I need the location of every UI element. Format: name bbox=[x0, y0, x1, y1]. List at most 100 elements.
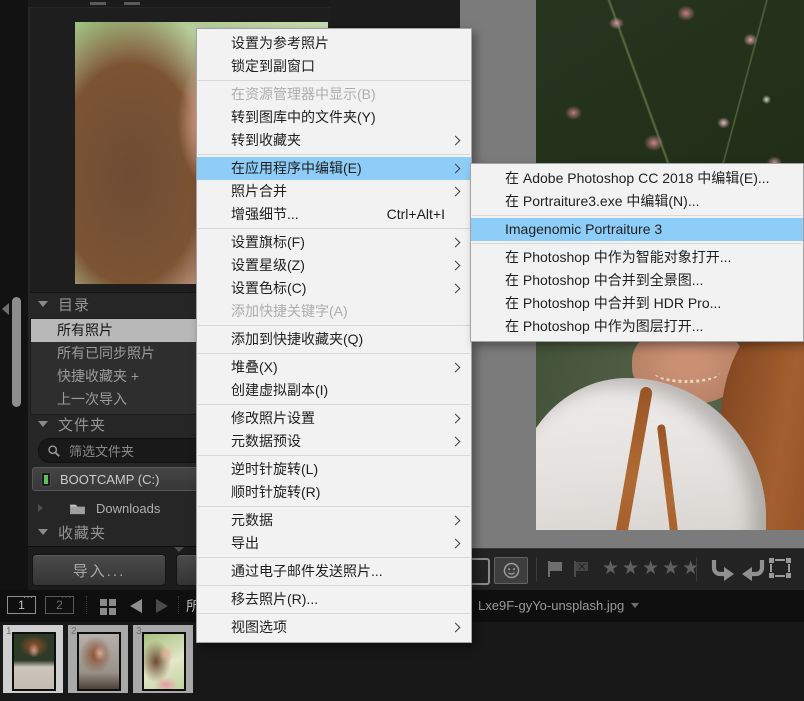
edit-in-submenu: 在 Adobe Photoshop CC 2018 中编辑(E)... 在 Po… bbox=[470, 163, 804, 342]
submenu-arrow-icon bbox=[451, 623, 461, 633]
folder-filter-placeholder: 筛选文件夹 bbox=[69, 441, 134, 460]
chevron-down-icon bbox=[38, 301, 48, 307]
menu-item-develop-settings[interactable]: 修改照片设置 bbox=[197, 407, 471, 430]
menu-separator bbox=[198, 80, 470, 81]
submenu-item-edit-in-portraiture3-exe[interactable]: 在 Portraiture3.exe 中编辑(N)... bbox=[471, 190, 803, 213]
filmstrip-thumbnail-1[interactable]: 1 bbox=[3, 625, 63, 693]
menu-separator bbox=[198, 154, 470, 155]
next-photo-icon[interactable] bbox=[156, 599, 168, 613]
bar-divider bbox=[86, 596, 87, 614]
menu-shortcut: Ctrl+Alt+I bbox=[387, 203, 445, 226]
menu-item-edit-in-application[interactable]: 在应用程序中编辑(E) bbox=[197, 157, 471, 180]
menu-item-rotate-right[interactable]: 顺时针旋转(R) bbox=[197, 481, 471, 504]
filmstrip-thumbnail-3[interactable]: 3 bbox=[133, 625, 193, 693]
context-menu: 设置为参考照片 锁定到副窗口 在资源管理器中显示(B) 转到图库中的文件夹(Y)… bbox=[196, 28, 472, 643]
thumbnail-photo bbox=[142, 632, 186, 691]
menu-item-set-flag[interactable]: 设置旗标(F) bbox=[197, 231, 471, 254]
menu-separator bbox=[198, 585, 470, 586]
search-icon bbox=[47, 444, 61, 458]
grid-view-icon[interactable] bbox=[100, 599, 116, 615]
window-dots-icon: ··· bbox=[23, 593, 34, 602]
filmstrip-filename[interactable]: Lxe9F-gyYo-unsplash.jpg bbox=[478, 598, 639, 613]
toolbar-divider bbox=[696, 557, 697, 581]
menu-item-rotate-left[interactable]: 逆时针旋转(L) bbox=[197, 458, 471, 481]
panel-collapse-icon[interactable] bbox=[2, 303, 9, 315]
crop-overlay-icon[interactable] bbox=[770, 559, 790, 577]
menu-separator bbox=[198, 557, 470, 558]
thumbnail-photo bbox=[77, 632, 121, 691]
menu-item-go-to-collection[interactable]: 转到收藏夹 bbox=[197, 129, 471, 152]
collections-header-label: 收藏夹 bbox=[58, 522, 106, 543]
left-rail bbox=[0, 0, 28, 590]
submenu-arrow-icon bbox=[451, 284, 461, 294]
import-button[interactable]: 导入... bbox=[32, 554, 166, 586]
menu-item-export[interactable]: 导出 bbox=[197, 532, 471, 555]
submenu-item-open-as-layers[interactable]: 在 Photoshop 中作为图层打开... bbox=[471, 315, 803, 338]
thumbnail-index: 1 bbox=[6, 626, 12, 637]
submenu-item-imagenomic-portraiture-3[interactable]: Imagenomic Portraiture 3 bbox=[471, 218, 803, 241]
folder-label: Downloads bbox=[96, 501, 160, 516]
bar-divider bbox=[178, 596, 179, 614]
menu-item-metadata[interactable]: 元数据 bbox=[197, 509, 471, 532]
panel-bottom-collapse-icon[interactable] bbox=[174, 547, 184, 552]
menu-item-show-in-explorer: 在资源管理器中显示(B) bbox=[197, 83, 471, 106]
submenu-arrow-icon bbox=[451, 136, 461, 146]
thumbnail-photo bbox=[12, 632, 56, 691]
menu-separator bbox=[198, 353, 470, 354]
thumbnail-index: 3 bbox=[136, 626, 142, 637]
filmstrip-thumbnail-2[interactable]: 2 bbox=[68, 625, 128, 693]
menu-item-enhance-details[interactable]: 增强细节...Ctrl+Alt+I bbox=[197, 203, 471, 226]
submenu-arrow-icon bbox=[451, 238, 461, 248]
menu-item-metadata-presets[interactable]: 元数据预设 bbox=[197, 430, 471, 453]
menu-item-add-to-quick-collection[interactable]: 添加到快捷收藏夹(Q) bbox=[197, 328, 471, 351]
main-photo-portrait bbox=[536, 332, 804, 530]
clipped-panel-header bbox=[28, 0, 330, 7]
submenu-item-open-as-smart-object[interactable]: 在 Photoshop 中作为智能对象打开... bbox=[471, 246, 803, 269]
menu-item-set-rating[interactable]: 设置星级(Z) bbox=[197, 254, 471, 277]
panel-scrollbar[interactable] bbox=[12, 297, 21, 407]
submenu-arrow-icon bbox=[451, 437, 461, 447]
submenu-item-merge-to-hdr-pro[interactable]: 在 Photoshop 中合并到 HDR Pro... bbox=[471, 292, 803, 315]
portrait-necklace bbox=[654, 362, 720, 383]
menu-item-photo-merge[interactable]: 照片合并 bbox=[197, 180, 471, 203]
chevron-down-icon bbox=[38, 529, 48, 535]
menu-item-add-shortcut-keyword: 添加快捷关键字(A) bbox=[197, 300, 471, 323]
thumbnail-index: 2 bbox=[71, 626, 77, 637]
chevron-down-icon bbox=[631, 603, 639, 608]
folders-header-label: 文件夹 bbox=[58, 414, 106, 435]
rotate-right-icon[interactable] bbox=[740, 558, 768, 582]
submenu-item-merge-to-panorama[interactable]: 在 Photoshop 中合并到全景图... bbox=[471, 269, 803, 292]
menu-item-go-to-folder-in-library[interactable]: 转到图库中的文件夹(Y) bbox=[197, 106, 471, 129]
menu-item-set-color-label[interactable]: 设置色标(C) bbox=[197, 277, 471, 300]
menu-item-stacking[interactable]: 堆叠(X) bbox=[197, 356, 471, 379]
submenu-arrow-icon bbox=[451, 516, 461, 526]
menu-separator bbox=[198, 506, 470, 507]
menu-separator bbox=[198, 228, 470, 229]
previous-photo-icon[interactable] bbox=[130, 599, 142, 613]
window-dots-icon: ··· bbox=[61, 593, 72, 602]
menu-separator bbox=[198, 613, 470, 614]
volume-label: BOOTCAMP (C:) bbox=[60, 472, 159, 487]
expander-icon[interactable] bbox=[38, 504, 43, 512]
menu-separator bbox=[198, 325, 470, 326]
rotate-left-icon[interactable] bbox=[708, 558, 736, 582]
menu-item-view-options[interactable]: 视图选项 bbox=[197, 616, 471, 639]
menu-item-lock-to-second-window[interactable]: 锁定到副窗口 bbox=[197, 55, 471, 78]
menu-item-remove-photo[interactable]: 移去照片(R)... bbox=[197, 588, 471, 611]
filename-label: Lxe9F-gyYo-unsplash.jpg bbox=[478, 598, 624, 613]
second-window-button[interactable]: ··· 2 bbox=[45, 596, 74, 614]
submenu-arrow-icon bbox=[451, 414, 461, 424]
people-view-icon bbox=[502, 561, 521, 580]
menu-item-create-virtual-copy[interactable]: 创建虚拟副本(I) bbox=[197, 379, 471, 402]
submenu-arrow-icon bbox=[451, 539, 461, 549]
reject-flag-icon[interactable] bbox=[574, 561, 590, 577]
menu-item-set-reference-photo[interactable]: 设置为参考照片 bbox=[197, 32, 471, 55]
people-view-button[interactable] bbox=[494, 557, 528, 584]
submenu-item-edit-in-photoshop-cc-2018[interactable]: 在 Adobe Photoshop CC 2018 中编辑(E)... bbox=[471, 167, 803, 190]
submenu-arrow-icon bbox=[451, 363, 461, 373]
main-window-button[interactable]: ··· 1 bbox=[7, 596, 36, 614]
star-rating[interactable]: ★★★★★ bbox=[602, 557, 702, 580]
pick-flag-icon[interactable] bbox=[548, 561, 564, 577]
toolbar-divider bbox=[536, 557, 537, 581]
menu-item-email-photo[interactable]: 通过电子邮件发送照片... bbox=[197, 560, 471, 583]
